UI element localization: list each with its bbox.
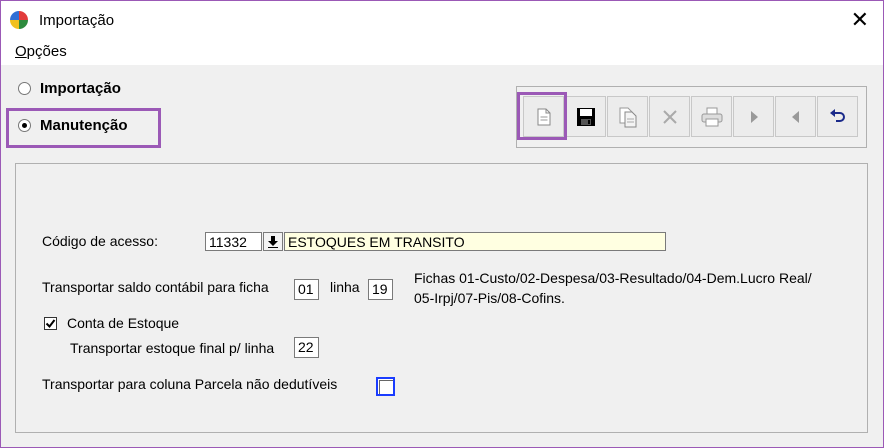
highlight-manutencao [6,108,161,148]
transport-balance-label: Transportar saldo contábil para ficha [42,279,269,295]
menu-options[interactable]: Opções [15,43,67,60]
radio-importacao-circle[interactable] [18,82,31,95]
floppy-disk-icon [576,107,595,126]
delete-button[interactable] [649,96,690,137]
copy-document-icon [619,107,636,127]
fichas-info-line1: Fichas 01-Custo/02-Despesa/03-Resultado/… [414,270,812,286]
arrow-left-icon [791,110,799,123]
app-logo-icon [10,11,28,29]
highlight-new-button [517,92,567,140]
copy-button[interactable] [607,96,648,137]
import-window: Importação ✕ Opções Importação Manutençã… [0,0,884,448]
menu-options-label: pções [26,43,67,60]
print-button[interactable] [691,96,732,137]
save-button[interactable] [565,96,606,137]
radio-importacao-label: Importação [40,80,121,97]
maintenance-panel: Código de acesso: 11332 ESTOQUES EM TRAN… [15,163,868,433]
access-code-lookup-button[interactable] [263,232,283,251]
stock-account-checkbox[interactable] [44,317,57,330]
final-stock-line-input[interactable]: 22 [294,337,319,358]
toolbar [516,86,867,148]
undo-button[interactable] [817,96,858,137]
previous-button[interactable] [775,96,816,137]
linha-label: linha [330,279,360,295]
stock-account-label: Conta de Estoque [67,315,180,331]
x-delete-icon [662,109,677,124]
menu-bar: Opções [1,39,883,65]
transport-final-stock-label: Transportar estoque final p/ linha [70,340,275,356]
radio-importacao[interactable]: Importação [18,80,121,97]
menu-options-mnemonic: O [15,43,27,60]
access-code-input[interactable]: 11332 [205,232,262,251]
ficha-input[interactable]: 01 [294,279,319,300]
window-title: Importação [39,12,115,29]
printer-icon [701,107,722,126]
non-deductible-label: Transportar para coluna Parcela não dedu… [42,376,338,392]
close-icon[interactable]: ✕ [851,7,869,33]
linha-input[interactable]: 19 [368,279,393,300]
fichas-info-line2: 05-Irpj/07-Pis/08-Cofins. [414,290,565,306]
undo-icon [829,108,845,122]
download-arrow-icon [268,235,278,248]
access-code-label: Código de acesso: [42,233,158,249]
next-button[interactable] [733,96,774,137]
access-code-description: ESTOQUES EM TRANSITO [284,232,666,251]
non-deductible-checkbox[interactable] [376,377,395,396]
title-bar: Importação ✕ [1,1,883,39]
arrow-right-icon [750,110,758,123]
checkmark-icon [45,319,56,329]
